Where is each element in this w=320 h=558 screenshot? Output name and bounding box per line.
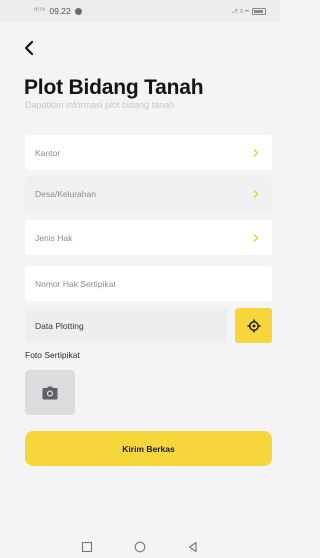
back-nav-icon[interactable] (186, 540, 200, 554)
data-plotting-field[interactable]: Data Plotting (25, 308, 227, 343)
status-right: ⎇ ≡ •• (231, 7, 266, 15)
system-nav-bar (0, 536, 280, 558)
notification-icon (74, 7, 82, 15)
chevron-right-icon (253, 233, 259, 242)
kirim-berkas-button[interactable]: Kirim Berkas (25, 431, 272, 466)
recent-apps-icon[interactable] (80, 540, 94, 554)
chevron-right-icon (253, 189, 259, 198)
nomor-hak-sertipikat-input[interactable]: Nomor Hak Sertipikat (25, 266, 272, 301)
data-plotting-label: Data Plotting (35, 320, 84, 331)
upload-photo-button[interactable] (25, 370, 75, 415)
status-time: 09.22 (49, 6, 71, 16)
nomor-hak-sertipikat-placeholder: Nomor Hak Sertipikat (35, 278, 116, 289)
kantor-select[interactable]: Kantor (25, 135, 272, 170)
data-plotting-row: Data Plotting (25, 308, 272, 343)
jenis-hak-select[interactable]: Jenis Hak (25, 220, 272, 255)
back-button[interactable] (22, 40, 38, 56)
page-subtitle: Dapatkan informasi plot bidang tanah (25, 100, 175, 110)
home-icon[interactable] (133, 540, 147, 554)
status-bar: ᴴᴰ ᵀᴬᴸ 09.22 ⎇ ≡ •• (0, 0, 280, 22)
signal-text: ᴴᴰ ᵀᴬᴸ (34, 8, 46, 14)
status-indicators: ⎇ ≡ •• (231, 8, 249, 15)
kantor-label: Kantor (35, 147, 61, 158)
battery-icon (252, 7, 266, 15)
camera-icon (42, 386, 58, 399)
chevron-left-icon (24, 40, 34, 56)
page-title: Plot Bidang Tanah (24, 76, 204, 99)
chevron-right-icon (253, 148, 259, 157)
jenis-hak-label: Jenis Hak (35, 232, 73, 243)
locate-button[interactable] (235, 308, 272, 343)
crosshair-icon (247, 319, 260, 332)
foto-sertipikat-label: Foto Sertipikat (25, 350, 80, 360)
desa-kelurahan-label: Desa/Kelurahan (35, 188, 96, 199)
desa-kelurahan-select[interactable]: Desa/Kelurahan (25, 176, 272, 211)
status-left: ᴴᴰ ᵀᴬᴸ 09.22 (34, 6, 82, 16)
